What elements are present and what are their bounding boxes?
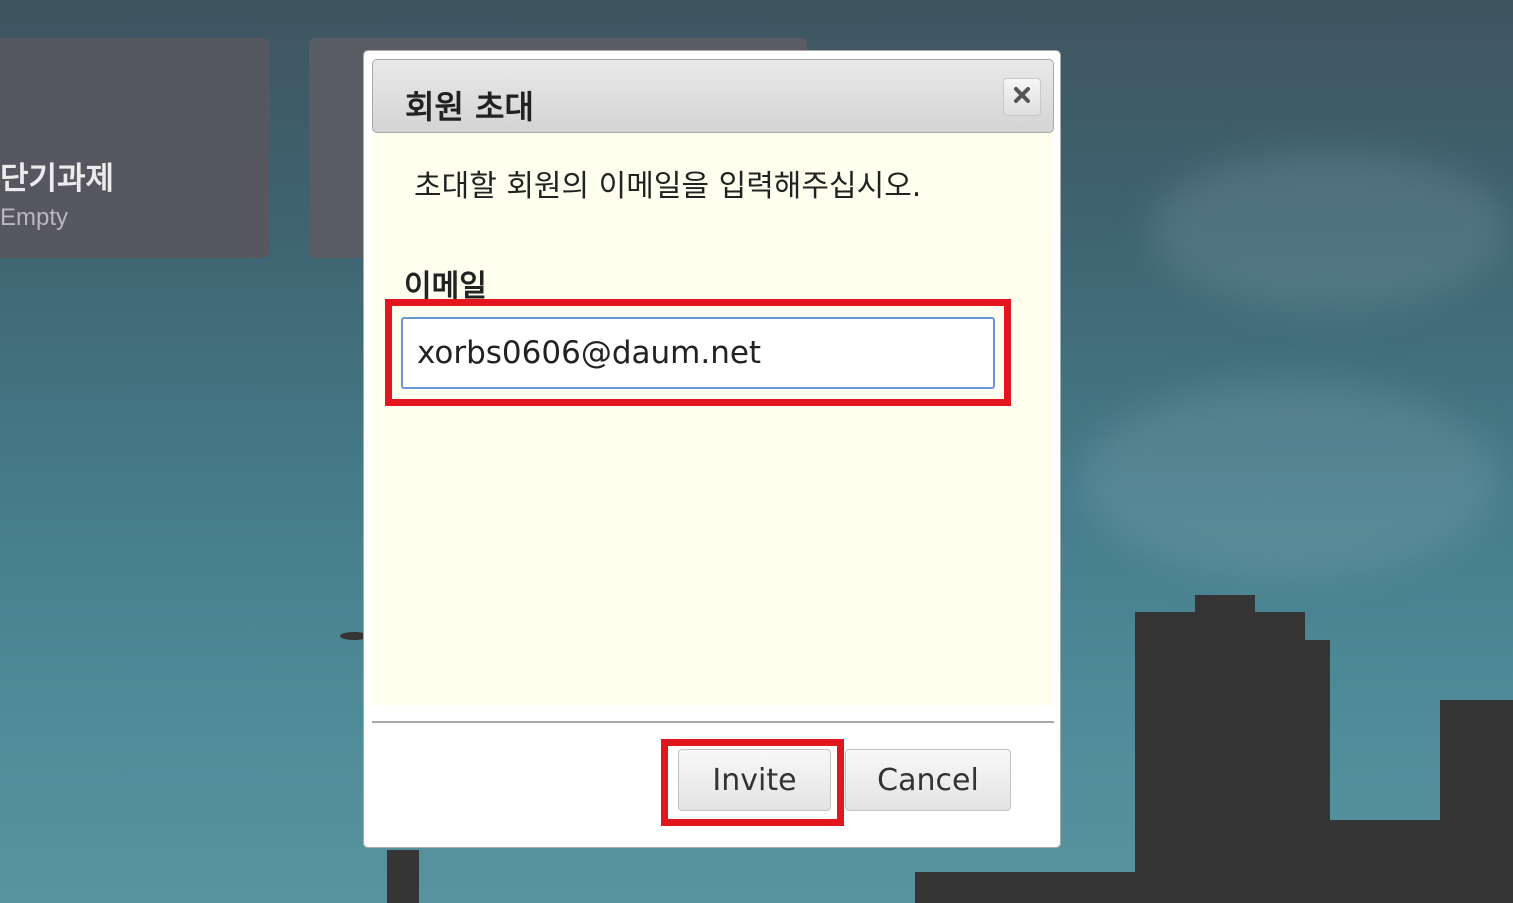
instruction-text: 초대할 회원의 이메일을 입력해주십시오. — [414, 169, 922, 204]
building-silhouette — [1135, 612, 1305, 903]
close-icon — [1012, 85, 1032, 109]
footer-divider — [372, 721, 1054, 723]
close-button[interactable] — [1003, 78, 1041, 116]
background-cloud — [1080, 380, 1500, 580]
board-card-title: 단기과제 — [0, 161, 115, 197]
building-silhouette — [1195, 595, 1255, 615]
board-card[interactable]: 단기과제 Empty — [0, 38, 269, 258]
background-cloud — [1150, 150, 1510, 310]
dialog-titlebar: 회원 초대 — [372, 59, 1054, 133]
invite-member-dialog: 회원 초대 초대할 회원의 이메일을 입력해주십시오. 이메일 Invite C… — [363, 50, 1061, 848]
building-silhouette — [1440, 700, 1513, 903]
dialog-content: 초대할 회원의 이메일을 입력해주십시오. 이메일 — [372, 133, 1054, 705]
cancel-button[interactable]: Cancel — [845, 749, 1011, 811]
email-input[interactable] — [401, 317, 995, 389]
board-card-subtitle: Empty — [0, 204, 69, 231]
invite-button[interactable]: Invite — [678, 749, 831, 811]
dialog-title: 회원 초대 — [405, 88, 534, 126]
building-silhouette — [1320, 820, 1440, 903]
building-silhouette — [915, 872, 1140, 903]
building-silhouette — [387, 850, 419, 903]
